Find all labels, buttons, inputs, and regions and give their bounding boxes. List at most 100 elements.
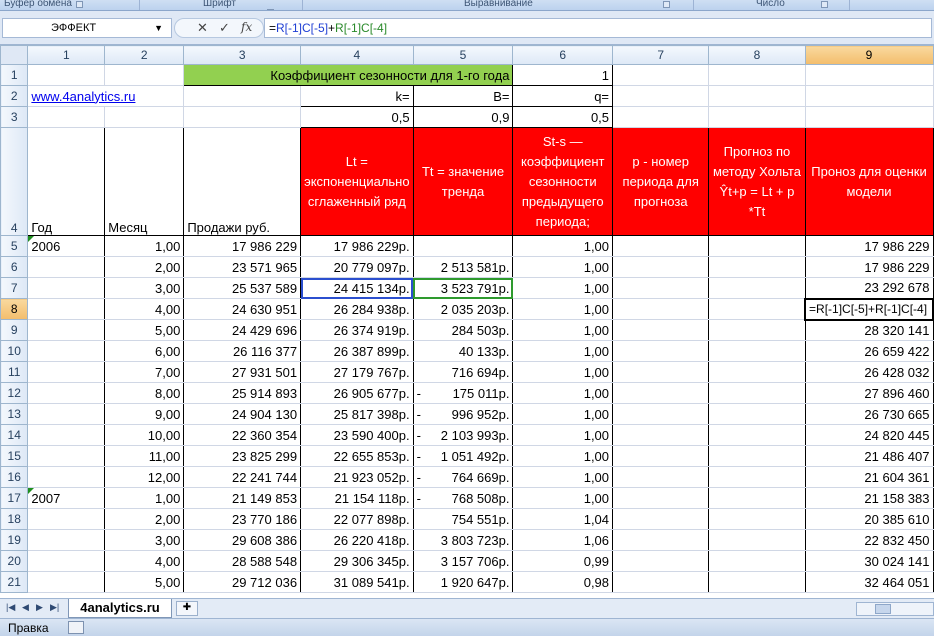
insert-sheet-icon[interactable]: ✚ <box>176 601 198 616</box>
header-cell-forecast[interactable]: Пронoз для оценки модели <box>804 127 934 236</box>
cell-forecast[interactable]: 27 896 460 <box>804 382 934 404</box>
row-header[interactable]: 3 <box>0 106 29 128</box>
cell-sales[interactable]: 28 588 548 <box>183 550 302 572</box>
header-cell-sales[interactable]: Продажи руб. <box>183 127 302 236</box>
cell-lt[interactable]: 26 220 418р. <box>300 529 414 551</box>
cell-p[interactable] <box>612 403 710 425</box>
cell-year[interactable]: 2006 <box>27 235 106 257</box>
cell-lt[interactable]: 26 905 677р. <box>300 382 414 404</box>
cell-year[interactable] <box>27 571 106 593</box>
row-header[interactable]: 9 <box>0 319 29 341</box>
column-header[interactable]: 3 <box>183 45 302 65</box>
cell-year[interactable] <box>27 382 106 404</box>
cell-year[interactable] <box>27 298 106 320</box>
row-header[interactable]: 13 <box>0 403 29 425</box>
cell-lt[interactable]: 23 590 400р. <box>300 424 414 446</box>
cell-year[interactable] <box>27 466 106 488</box>
cell-month[interactable]: 9,00 <box>104 403 185 425</box>
cancel-icon[interactable]: ✕ <box>197 20 208 36</box>
cell-p[interactable] <box>612 340 710 362</box>
cell-month[interactable]: 10,00 <box>104 424 185 446</box>
cell-p[interactable] <box>612 571 710 593</box>
column-header[interactable]: 5 <box>412 45 514 65</box>
scrollbar-thumb[interactable] <box>875 604 891 614</box>
cell-p[interactable] <box>612 235 710 257</box>
cell-year[interactable] <box>27 403 106 425</box>
cell-year[interactable] <box>27 340 106 362</box>
cell-holt[interactable] <box>708 550 806 572</box>
cell-sales[interactable]: 24 904 130 <box>183 403 302 425</box>
cell-tt[interactable]: 3 157 706р. <box>412 550 514 572</box>
last-sheet-icon[interactable]: ▶| <box>50 602 59 613</box>
cell-holt[interactable] <box>708 256 806 278</box>
cell-lt[interactable]: 26 284 938р. <box>300 298 414 320</box>
chevron-down-icon[interactable]: ▼ <box>154 19 163 37</box>
cell-st[interactable]: 1,00 <box>512 424 614 446</box>
cell-holt[interactable] <box>708 361 806 383</box>
cell-lt[interactable]: 21 154 118р. <box>300 487 414 509</box>
cell[interactable] <box>612 64 710 86</box>
cell-holt[interactable] <box>708 340 806 362</box>
cell-lt[interactable]: 31 089 541р. <box>300 571 414 593</box>
cell-holt[interactable] <box>708 508 806 530</box>
cell[interactable] <box>708 106 806 128</box>
cell-lt[interactable]: 29 306 345р. <box>300 550 414 572</box>
cell-forecast[interactable]: 26 730 665 <box>804 403 934 425</box>
cell-tt[interactable]: 40 133р. <box>412 340 514 362</box>
header-cell-month[interactable]: Месяц <box>104 127 185 236</box>
cell[interactable]: k= <box>300 85 414 107</box>
cell[interactable] <box>612 85 710 107</box>
cell-p[interactable] <box>612 298 710 320</box>
cell-tt[interactable]: - 996 952р. <box>412 403 514 425</box>
horizontal-scrollbar[interactable] <box>856 602 934 616</box>
cell-forecast[interactable]: 17 986 229 <box>804 256 934 278</box>
cell-forecast[interactable]: 21 604 361 <box>804 466 934 488</box>
cell-st[interactable]: 1,00 <box>512 340 614 362</box>
cell-holt[interactable] <box>708 571 806 593</box>
cell[interactable]: 0,5 <box>300 106 414 128</box>
row-header[interactable]: 7 <box>0 277 29 299</box>
cell-tt[interactable] <box>412 235 514 257</box>
cell-st[interactable]: 1,00 <box>512 235 614 257</box>
cell-holt[interactable] <box>708 403 806 425</box>
column-header-selected[interactable]: 9 <box>804 45 934 65</box>
cell-tt[interactable]: 2 513 581р. <box>412 256 514 278</box>
cell-tt[interactable]: 3 523 791р. <box>412 277 514 299</box>
cell-tt[interactable]: - 764 669р. <box>412 466 514 488</box>
cell-month[interactable]: 2,00 <box>104 256 185 278</box>
name-box[interactable]: ЭФФЕКТ ▼ <box>2 18 172 38</box>
row-header[interactable]: 21 <box>0 571 29 593</box>
cell-month[interactable]: 5,00 <box>104 319 185 341</box>
cell-st[interactable]: 0,99 <box>512 550 614 572</box>
row-header[interactable]: 8 <box>0 298 29 320</box>
cell-st[interactable]: 1,04 <box>512 508 614 530</box>
cell-p[interactable] <box>612 487 710 509</box>
header-cell-year[interactable]: Год <box>27 127 106 236</box>
cell-p[interactable] <box>612 382 710 404</box>
cell-holt[interactable] <box>708 445 806 467</box>
cell[interactable]: 0,9 <box>412 106 514 128</box>
cell-st[interactable]: 1,00 <box>512 445 614 467</box>
cell-forecast[interactable]: 21 158 383 <box>804 487 934 509</box>
row-header[interactable]: 15 <box>0 445 29 467</box>
cell-month[interactable]: 5,00 <box>104 571 185 593</box>
cell-sales[interactable]: 23 770 186 <box>183 508 302 530</box>
cell-lt[interactable]: 21 923 052р. <box>300 466 414 488</box>
header-cell-st[interactable]: St-s — коэффициент сезонности предыдущег… <box>512 127 614 236</box>
cell-p[interactable] <box>612 466 710 488</box>
header-cell-tt[interactable]: Tt = значение тренда <box>412 127 514 236</box>
cell-year[interactable] <box>27 445 106 467</box>
cell-tt[interactable]: 3 803 723р. <box>412 529 514 551</box>
sheet-tab-active[interactable]: 4analytics.ru <box>68 599 172 618</box>
cell-year[interactable] <box>27 256 106 278</box>
cell-p[interactable] <box>612 550 710 572</box>
row-header[interactable]: 1 <box>0 64 29 86</box>
cell-year[interactable] <box>27 508 106 530</box>
cell-tt[interactable]: 1 920 647р. <box>412 571 514 593</box>
cell-sales[interactable]: 26 116 377 <box>183 340 302 362</box>
cell-tt[interactable]: 2 035 203р. <box>412 298 514 320</box>
cell-year[interactable] <box>27 529 106 551</box>
cell-st[interactable]: 1,00 <box>512 361 614 383</box>
row-header[interactable]: 19 <box>0 529 29 551</box>
cell-holt[interactable] <box>708 424 806 446</box>
